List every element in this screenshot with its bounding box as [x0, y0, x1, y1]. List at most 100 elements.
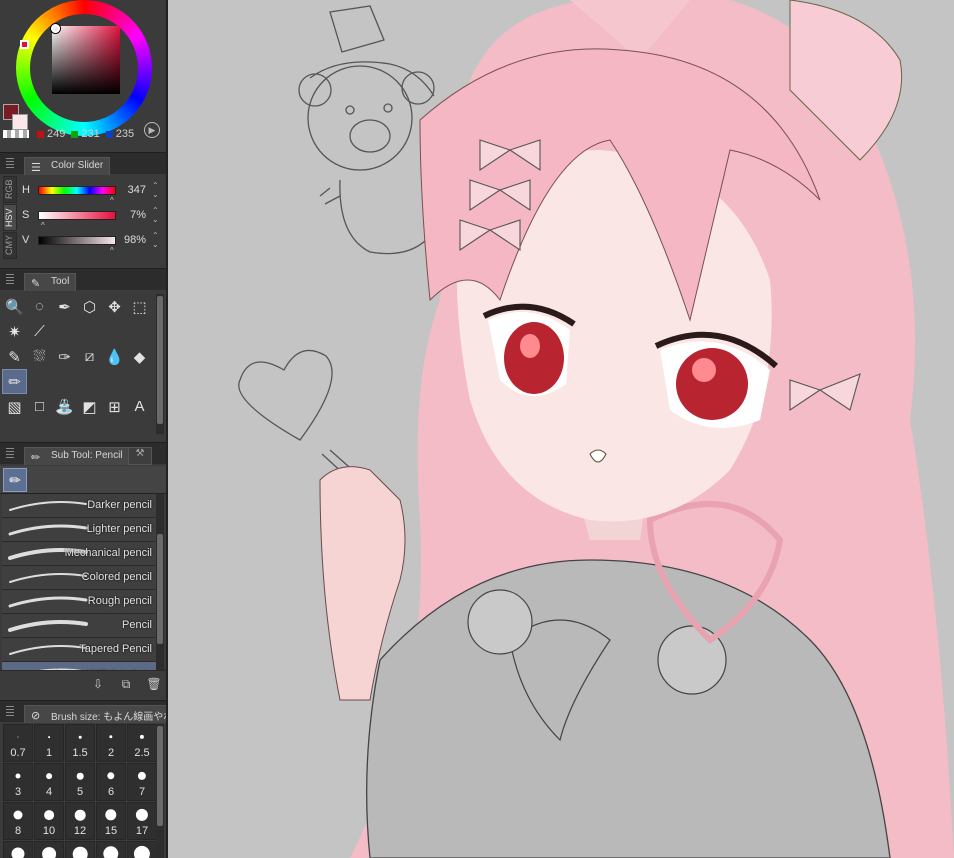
tab-color-slider[interactable]: ☰ Color Slider: [24, 157, 111, 175]
fill-tool[interactable]: ⛲: [52, 394, 77, 419]
play-icon[interactable]: ▶: [144, 122, 160, 138]
pen-tool[interactable]: ✎: [2, 344, 27, 369]
blend-tool[interactable]: 💧: [102, 344, 127, 369]
brush-size-dot: [105, 809, 117, 821]
grip-icon[interactable]: [6, 158, 14, 168]
brush-item[interactable]: Pencil: [2, 614, 156, 638]
brush-size-cell[interactable]: 6: [96, 763, 126, 801]
brush-size-dot: [44, 810, 54, 820]
airbrush-tool[interactable]: ⛆: [27, 344, 52, 369]
figure-tool[interactable]: □: [27, 394, 52, 419]
saturation-value-square[interactable]: [52, 26, 120, 94]
subtool-scrollbar-thumb[interactable]: [157, 534, 163, 644]
brush-size-cell[interactable]: [127, 841, 157, 858]
brush-size-cell[interactable]: 10: [34, 802, 64, 840]
blank-3: [102, 319, 127, 344]
auto-select-tool[interactable]: ✷: [2, 319, 27, 344]
brush-size-cell[interactable]: 1.5: [65, 724, 95, 762]
sv-picker-handle[interactable]: [51, 24, 60, 33]
duplicate-icon[interactable]: ⧉: [118, 676, 134, 692]
drawing-canvas[interactable]: [170, 0, 954, 858]
lasso-tool[interactable]: ◌: [27, 294, 52, 319]
grip-icon[interactable]: [6, 706, 14, 716]
tab-tool[interactable]: ✎ Tool: [24, 273, 77, 291]
value-value[interactable]: 98%: [118, 234, 146, 246]
grip-icon[interactable]: [6, 274, 14, 284]
frame-border-tool[interactable]: ◩: [77, 394, 102, 419]
value-spinner-icon[interactable]: ⌃ ⌄: [152, 231, 159, 249]
brush-size-cell[interactable]: 17: [127, 802, 157, 840]
brush-item[interactable]: Lighter pencil: [2, 518, 156, 542]
eyedropper-tool[interactable]: ⟋: [27, 319, 52, 344]
hue-spinner-icon[interactable]: ⌃ ⌄: [152, 181, 159, 199]
brush-item[interactable]: Darker pencil: [2, 494, 156, 518]
zoom-tool[interactable]: 🔍: [2, 294, 27, 319]
tab-sub-tool[interactable]: ✏ Sub Tool: Pencil: [24, 447, 130, 465]
transparent-color-swatch[interactable]: [3, 130, 29, 138]
artwork-illustration[interactable]: [170, 0, 954, 858]
hue-value[interactable]: 347: [118, 184, 146, 196]
mode-tab-rgb[interactable]: RGB: [3, 176, 17, 203]
brush-tool[interactable]: ✑: [52, 344, 77, 369]
brush-size-cell[interactable]: 4: [34, 763, 64, 801]
brush-item[interactable]: Rough pencil: [2, 590, 156, 614]
saturation-slider[interactable]: [38, 211, 116, 220]
tab-brush-size[interactable]: ⊘ Brush size: もよん線画やわ: [24, 705, 166, 723]
brush-size-cell[interactable]: 1: [34, 724, 64, 762]
grip-icon[interactable]: [6, 448, 14, 458]
decoration-tool[interactable]: ⧄: [77, 344, 102, 369]
brush-item[interactable]: Tapered Pencil: [2, 638, 156, 662]
brush-size-cell[interactable]: [96, 841, 126, 858]
brush-item[interactable]: Colored pencil: [2, 566, 156, 590]
brushsize-scrollbar[interactable]: [156, 724, 164, 858]
mode-tab-cmy[interactable]: CMY: [3, 232, 17, 259]
brush-size-cell[interactable]: 0.7: [3, 724, 33, 762]
ruler-tool[interactable]: ⊞: [102, 394, 127, 419]
value-slider-row: V ^ 98% ⌃ ⌄: [22, 230, 164, 255]
mode-tab-hsv[interactable]: HSV: [3, 204, 17, 231]
saturation-slider-thumb[interactable]: ^: [41, 221, 45, 230]
brush-size-cell[interactable]: 12: [65, 802, 95, 840]
tool-scrollbar-thumb[interactable]: [157, 296, 163, 424]
pen-operation-tool[interactable]: ✒: [52, 294, 77, 319]
brush-size-cell[interactable]: [3, 841, 33, 858]
move-layer-tool[interactable]: ✥: [102, 294, 127, 319]
saturation-spinner-icon[interactable]: ⌃ ⌄: [152, 206, 159, 224]
value-slider[interactable]: [38, 236, 116, 245]
pencil-tool[interactable]: ✏: [2, 369, 27, 394]
magic-wand-icon: ✷: [8, 323, 21, 341]
tab-tool-property[interactable]: ⚒: [128, 447, 152, 465]
sub-color-swatch[interactable]: [12, 114, 28, 130]
saturation-value[interactable]: 7%: [118, 209, 146, 221]
tool-scrollbar[interactable]: [156, 294, 164, 434]
drops-icon: 💧: [105, 348, 124, 366]
brush-size-cell[interactable]: 2.5: [127, 724, 157, 762]
hue-picker-handle[interactable]: [20, 40, 29, 49]
3d-object-tool[interactable]: ⬡: [77, 294, 102, 319]
brushsize-scrollbar-thumb[interactable]: [157, 726, 163, 826]
brush-size-cell[interactable]: 5: [65, 763, 95, 801]
pencil-group-icon[interactable]: ✏: [3, 468, 27, 492]
brush-item[interactable]: Mechanical pencil: [2, 542, 156, 566]
hue-slider[interactable]: [38, 186, 116, 195]
hue-slider-thumb[interactable]: ^: [110, 196, 114, 205]
value-slider-thumb[interactable]: ^: [110, 246, 114, 255]
brush-size-cell[interactable]: [34, 841, 64, 858]
brush-size-cell[interactable]: 2: [96, 724, 126, 762]
marquee-icon: ⬚: [132, 298, 147, 316]
brush-size-cell[interactable]: 15: [96, 802, 126, 840]
brush-size-cell[interactable]: 8: [3, 802, 33, 840]
brush-size-cell[interactable]: [65, 841, 95, 858]
selection-tool[interactable]: ⬚: [127, 294, 152, 319]
pen-nib-icon: ✒: [58, 298, 71, 316]
color-wheel-panel: 249 231 235 ▶: [0, 0, 166, 146]
brush-size-cell[interactable]: 3: [3, 763, 33, 801]
eraser-tool[interactable]: ◆: [127, 344, 152, 369]
trash-icon[interactable]: 🗑: [146, 676, 162, 692]
subtool-scrollbar[interactable]: [156, 494, 164, 670]
gradient-tool[interactable]: ▧: [2, 394, 27, 419]
import-icon[interactable]: ⇩: [90, 676, 106, 692]
text-tool[interactable]: A: [127, 394, 152, 419]
brush-size-cell[interactable]: 7: [127, 763, 157, 801]
pencil-icon: ✏: [31, 452, 41, 464]
